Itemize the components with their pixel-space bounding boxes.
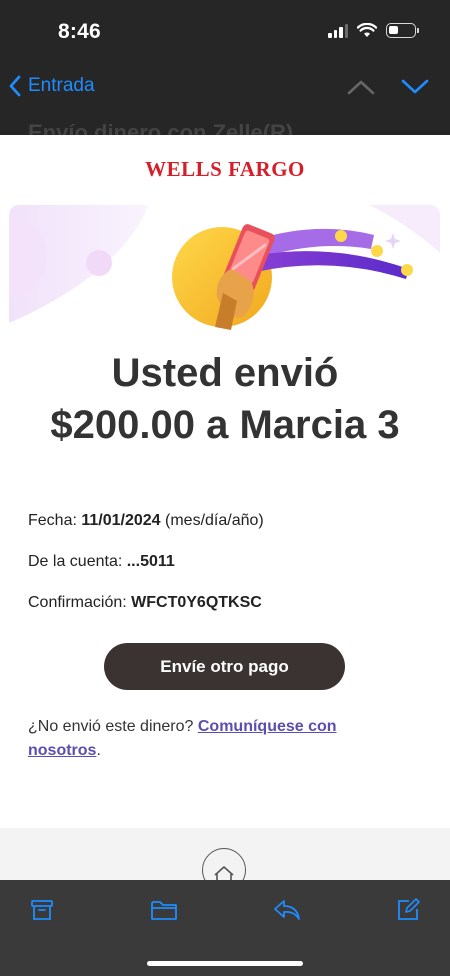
payment-headline: Usted envió $200.00 a Marcia 3 [0,347,450,451]
compose-icon[interactable] [396,898,420,922]
hero-banner [9,205,440,330]
previous-message-chevron-up-icon[interactable] [346,78,376,96]
date-label: Fecha: [28,512,82,529]
date-row: Fecha: 11/01/2024 (mes/día/año) [28,510,264,551]
back-to-inbox-button[interactable]: Entrada [8,75,95,97]
wifi-icon [357,23,377,37]
status-icons [328,23,419,38]
battery-icon [386,23,419,38]
headline-line-2: $200.00 a Marcia 3 [50,403,400,447]
home-indicator [147,961,303,966]
account-label: De la cuenta: [28,553,127,570]
mail-toolbar [0,880,450,976]
date-value: 11/01/2024 [81,512,161,529]
reply-icon[interactable] [272,898,302,922]
cellular-signal-icon [328,23,348,38]
confirmation-value: WFCT0Y6QTKSC [131,594,262,611]
date-format: (mes/día/año) [160,512,264,529]
archive-icon[interactable] [30,898,54,922]
phone-payment-illustration [9,205,440,330]
email-subject: Envío dinero con Zelle(R) [28,120,294,135]
mail-nav-bar: Entrada Envío dinero con Zelle(R) [0,62,450,135]
account-value: ...5011 [126,553,175,570]
payment-details: Fecha: 11/01/2024 (mes/día/año) De la cu… [28,510,264,633]
send-another-payment-button[interactable]: Envíe otro pago [104,643,345,690]
headline-line-1: Usted envió [111,351,339,395]
help-text: ¿No envió este dinero? Comuníquese con n… [28,715,408,763]
email-footer [0,828,450,880]
help-period: . [96,742,101,759]
email-body: WELLS FARGO Usted envió $200.00 a Marcia… [0,135,450,880]
next-message-chevron-down-icon[interactable] [400,78,430,96]
confirmation-label: Confirmación: [28,594,132,611]
wells-fargo-logo: WELLS FARGO [145,157,305,181]
account-row: De la cuenta: ...5011 [28,551,264,592]
chevron-left-icon [9,75,21,97]
folder-icon[interactable] [150,898,178,922]
back-label: Entrada [28,75,95,96]
equal-housing-lender-icon [202,848,246,880]
status-bar: 8:46 [0,0,450,62]
help-question: ¿No envió este dinero? [28,718,198,735]
confirmation-row: Confirmación: WFCT0Y6QTKSC [28,592,264,633]
status-time: 8:46 [58,20,101,43]
